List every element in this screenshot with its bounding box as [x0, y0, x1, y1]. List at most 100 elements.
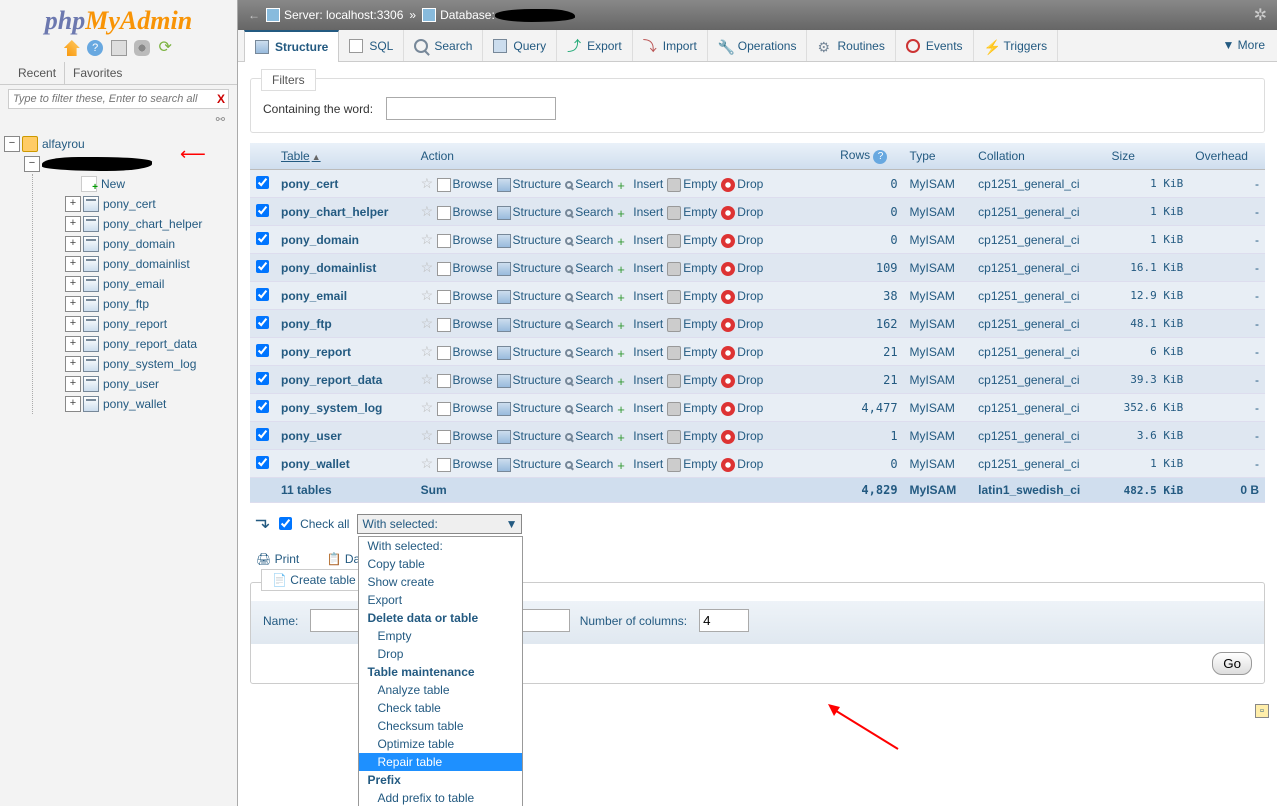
drop-link[interactable]: Drop — [737, 289, 763, 303]
logo[interactable]: phpMyAdmin — [0, 0, 237, 38]
structure-link[interactable]: Structure — [513, 261, 562, 275]
tab-events[interactable]: Events — [896, 30, 974, 61]
expand-icon[interactable]: + — [65, 196, 81, 212]
tab-triggers[interactable]: ⚡Triggers — [974, 30, 1059, 61]
filter-link-icon[interactable]: ⚯ — [0, 113, 237, 130]
dropdown-item[interactable]: Check table — [359, 699, 522, 717]
insert-link[interactable]: Insert — [633, 261, 663, 275]
with-selected-dropdown[interactable]: With selected:▼ With selected:Copy table… — [357, 514, 522, 534]
favorite-icon[interactable]: ☆ — [421, 315, 434, 331]
search-link[interactable]: Search — [575, 317, 613, 331]
table-icon[interactable] — [83, 216, 99, 232]
num-columns-input[interactable] — [699, 609, 749, 632]
breadcrumb-db[interactable]: Database: — [440, 8, 495, 22]
expand-icon[interactable]: + — [65, 356, 81, 372]
favorite-icon[interactable]: ☆ — [421, 371, 434, 387]
tab-more[interactable]: ▼ More — [1210, 30, 1277, 61]
favorite-icon[interactable]: ☆ — [421, 175, 434, 191]
help-icon[interactable]: ? — [873, 150, 887, 164]
dropdown-item[interactable]: Checksum table — [359, 717, 522, 735]
empty-link[interactable]: Empty — [683, 177, 717, 191]
help-icon[interactable]: ? — [87, 40, 103, 56]
dropdown-item[interactable]: Repair table — [359, 753, 522, 771]
settings-icon[interactable] — [134, 40, 150, 56]
browse-link[interactable]: Browse — [453, 205, 493, 219]
table-icon[interactable] — [83, 396, 99, 412]
structure-link[interactable]: Structure — [513, 401, 562, 415]
table-name-link[interactable]: pony_ftp — [281, 317, 332, 331]
structure-link[interactable]: Structure — [513, 345, 562, 359]
row-checkbox[interactable] — [256, 316, 269, 329]
row-checkbox[interactable] — [256, 232, 269, 245]
empty-link[interactable]: Empty — [683, 345, 717, 359]
empty-link[interactable]: Empty — [683, 289, 717, 303]
table-name-link[interactable]: pony_wallet — [281, 457, 350, 471]
drop-link[interactable]: Drop — [737, 457, 763, 471]
row-checkbox[interactable] — [256, 372, 269, 385]
table-name-link[interactable]: pony_report_data — [281, 373, 382, 387]
row-checkbox[interactable] — [256, 400, 269, 413]
browse-link[interactable]: Browse — [453, 345, 493, 359]
browse-link[interactable]: Browse — [453, 317, 493, 331]
insert-link[interactable]: Insert — [633, 177, 663, 191]
dropdown-item[interactable]: Drop — [359, 645, 522, 663]
favorite-icon[interactable]: ☆ — [421, 427, 434, 443]
search-link[interactable]: Search — [575, 233, 613, 247]
table-name-link[interactable]: pony_domain — [281, 233, 359, 247]
new-table-link[interactable]: New — [101, 177, 125, 191]
table-name-link[interactable]: pony_domainlist — [281, 261, 376, 275]
home-icon[interactable] — [64, 40, 80, 56]
search-link[interactable]: Search — [575, 261, 613, 275]
drop-link[interactable]: Drop — [737, 429, 763, 443]
empty-link[interactable]: Empty — [683, 317, 717, 331]
drop-link[interactable]: Drop — [737, 233, 763, 247]
row-checkbox[interactable] — [256, 288, 269, 301]
favorite-icon[interactable]: ☆ — [421, 287, 434, 303]
table-icon[interactable] — [83, 296, 99, 312]
insert-link[interactable]: Insert — [633, 205, 663, 219]
check-all-label[interactable]: Check all — [300, 517, 349, 531]
tab-search[interactable]: Search — [404, 30, 483, 61]
table-name-link[interactable]: pony_chart_helper — [281, 205, 388, 219]
tree-table-link[interactable]: pony_chart_helper — [103, 217, 202, 231]
dropdown-item[interactable]: Export — [359, 591, 522, 609]
col-overhead[interactable]: Overhead — [1189, 143, 1265, 170]
go-button[interactable]: Go — [1212, 652, 1252, 675]
favorite-icon[interactable]: ☆ — [421, 231, 434, 247]
print-link[interactable]: 🖨 Print — [256, 552, 311, 566]
browse-link[interactable]: Browse — [453, 233, 493, 247]
db-root-label[interactable]: alfayrou — [42, 137, 85, 151]
dropdown-item[interactable]: Add prefix to table — [359, 789, 522, 806]
favorite-icon[interactable]: ☆ — [421, 455, 434, 471]
insert-link[interactable]: Insert — [633, 429, 663, 443]
table-icon[interactable] — [83, 376, 99, 392]
col-size[interactable]: Size — [1106, 143, 1190, 170]
expand-icon[interactable]: + — [65, 296, 81, 312]
collapse-icon[interactable]: − — [24, 156, 40, 172]
tree-table-link[interactable]: pony_report — [103, 317, 167, 331]
dropdown-item[interactable]: Copy table — [359, 555, 522, 573]
favorite-icon[interactable]: ☆ — [421, 343, 434, 359]
drop-link[interactable]: Drop — [737, 261, 763, 275]
browse-link[interactable]: Browse — [453, 457, 493, 471]
expand-icon[interactable]: + — [65, 216, 81, 232]
row-checkbox[interactable] — [256, 344, 269, 357]
tab-export[interactable]: ⤴Export — [557, 30, 633, 61]
empty-link[interactable]: Empty — [683, 205, 717, 219]
row-checkbox[interactable] — [256, 428, 269, 441]
search-link[interactable]: Search — [575, 373, 613, 387]
dropdown-item[interactable]: Optimize table — [359, 735, 522, 753]
tab-import[interactable]: ⤵Import — [633, 30, 708, 61]
table-name-link[interactable]: pony_email — [281, 289, 347, 303]
structure-link[interactable]: Structure — [513, 289, 562, 303]
table-icon[interactable] — [83, 236, 99, 252]
table-icon[interactable] — [83, 356, 99, 372]
tree-table-link[interactable]: pony_user — [103, 377, 159, 391]
tree-table-link[interactable]: pony_cert — [103, 197, 156, 211]
row-checkbox[interactable] — [256, 176, 269, 189]
table-icon[interactable] — [83, 276, 99, 292]
drop-link[interactable]: Drop — [737, 177, 763, 191]
empty-link[interactable]: Empty — [683, 261, 717, 275]
redacted-db-name[interactable] — [42, 157, 152, 171]
expand-icon[interactable]: ▫ — [1255, 704, 1269, 718]
